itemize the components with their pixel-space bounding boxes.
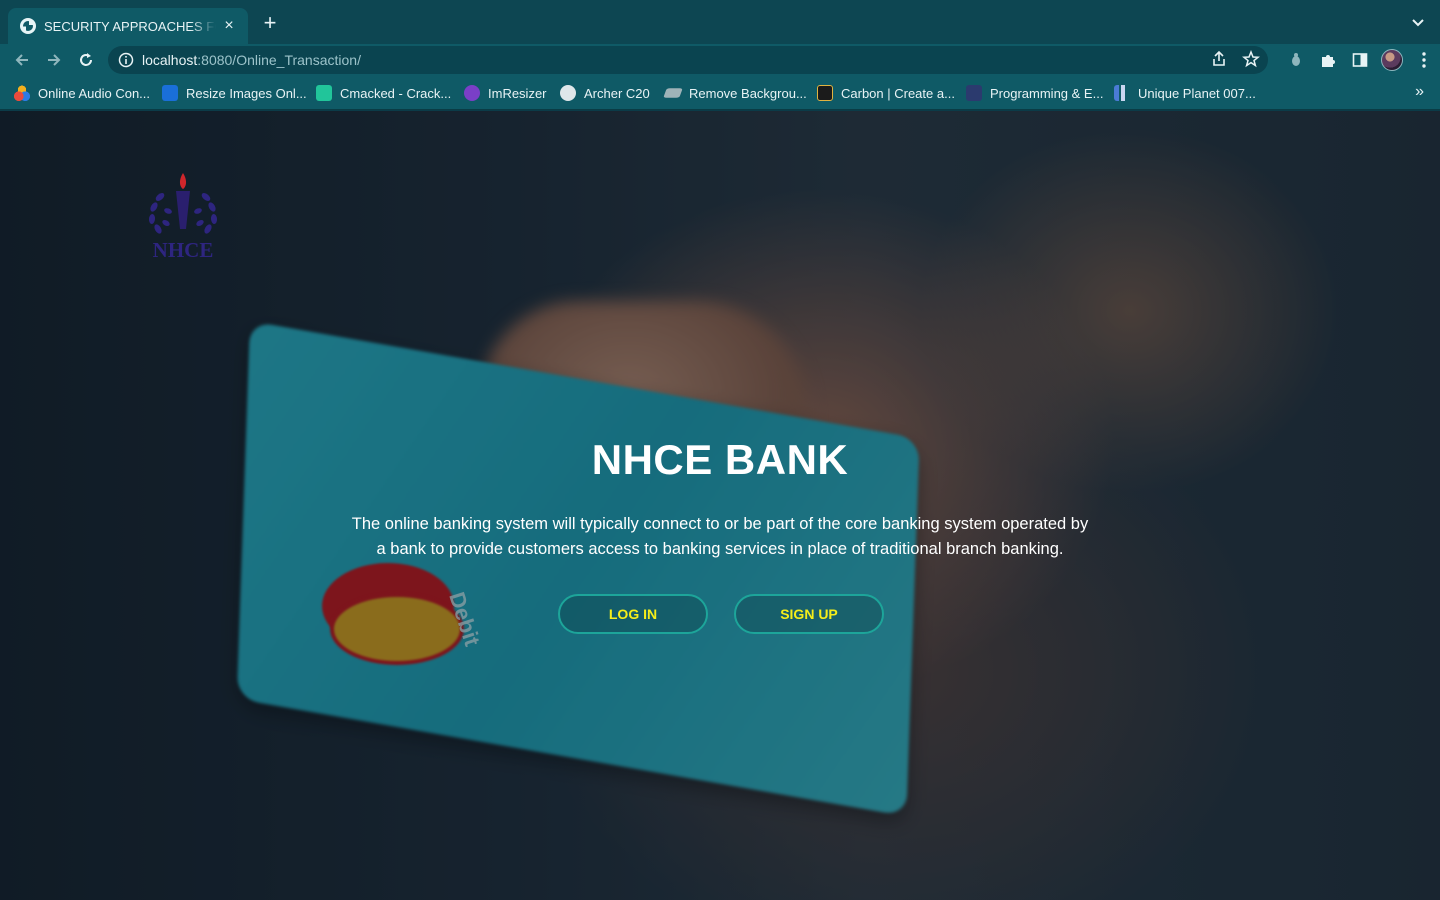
avatar [1381,49,1403,71]
browser-tab[interactable]: SECURITY APPROACHES FOR × [8,8,248,44]
bookmark-label: Cmacked - Crack... [340,85,452,101]
bookmark-star-icon[interactable] [1242,50,1260,68]
chevron-down-icon[interactable] [1410,14,1426,30]
address-bar-actions [1210,50,1260,68]
bookmarks-bar: Online Audio Con... Resize Images Onl...… [0,76,1440,110]
reload-button[interactable] [74,48,98,72]
hero-section: NHCE BANK The online banking system will… [0,436,1440,562]
kebab-menu-icon [1422,52,1426,68]
bookmark-label: Online Audio Con... [38,85,151,101]
bookmark-label: Remove Backgrou... [689,85,807,101]
bookmark-item[interactable]: Cmacked - Crack... [316,85,451,101]
bookmark-item[interactable]: Unique Planet 007... [1114,85,1256,101]
bookmark-item[interactable]: Carbon | Create a... [817,85,955,101]
tab-title: SECURITY APPROACHES FOR [44,18,216,34]
puzzle-icon [1322,55,1335,67]
side-panel-button[interactable] [1344,48,1376,72]
bookmark-item[interactable]: Online Audio Con... [14,85,150,101]
page-title: NHCE BANK [591,436,849,483]
bookmarks-overflow-button[interactable]: » [1415,83,1424,101]
extension-dot-icon [1292,53,1300,66]
bookmark-label: Carbon | Create a... [841,85,955,101]
bookmark-item[interactable]: Remove Backgrou... [663,85,807,101]
side-panel-icon [1352,53,1368,67]
auth-buttons: LOG IN SIGN UP [558,594,884,634]
bookmark-label: ImResizer [488,85,547,101]
browser-toolbar: localhost:8080/Online_Transaction/ [0,44,1440,76]
bookmark-label: Resize Images Onl... [186,85,307,101]
audio-converter-icon [14,85,30,101]
resize-images-icon [162,85,178,101]
extensions-button[interactable] [1312,48,1344,72]
bookmark-item[interactable]: Resize Images Onl... [162,85,307,101]
menu-button[interactable] [1408,48,1440,72]
globe-icon [20,18,36,34]
toolbar-actions [1280,48,1440,72]
remove-bg-icon [663,88,683,98]
bookmark-label: Archer C20 [584,85,650,101]
bookmark-item[interactable]: Programming & E... [966,85,1103,101]
bookmark-label: Unique Planet 007... [1138,85,1256,101]
new-tab-button[interactable]: + [258,12,282,36]
forward-arrow-icon [48,54,61,66]
url-text: localhost:8080/Online_Transaction/ [142,52,361,68]
page-description: The online banking system will typically… [351,515,1089,558]
bookmark-item[interactable]: Archer C20 [560,85,650,101]
reload-icon [80,53,92,66]
landing-page: Debit NHCE NHCE BANK The online banking … [0,111,1440,900]
url-host: localhost [142,52,198,68]
cmacked-icon [316,85,332,101]
signup-button[interactable]: SIGN UP [734,594,884,634]
share-icon[interactable] [1210,50,1228,68]
unique-planet-icon [1114,85,1130,101]
url-path: :8080/Online_Transaction/ [197,52,361,68]
close-tab-icon[interactable]: × [220,17,238,35]
site-info-icon[interactable] [118,52,134,68]
tab-strip: SECURITY APPROACHES FOR × + [0,0,1440,44]
forward-button[interactable] [42,48,66,72]
programming-icon [966,85,982,101]
imresizer-icon [464,85,480,101]
extension-button[interactable] [1280,48,1312,72]
bookmark-item[interactable]: ImResizer [464,85,547,101]
globe-icon [560,85,576,101]
profile-button[interactable] [1376,48,1408,72]
logo-text: NHCE [153,238,214,262]
back-arrow-icon [15,54,28,66]
carbon-icon [817,85,833,101]
nhce-logo[interactable]: NHCE [140,171,226,265]
bookmark-label: Programming & E... [990,85,1104,101]
back-button[interactable] [10,48,34,72]
address-bar[interactable]: localhost:8080/Online_Transaction/ [108,46,1268,74]
login-button[interactable]: LOG IN [558,594,708,634]
